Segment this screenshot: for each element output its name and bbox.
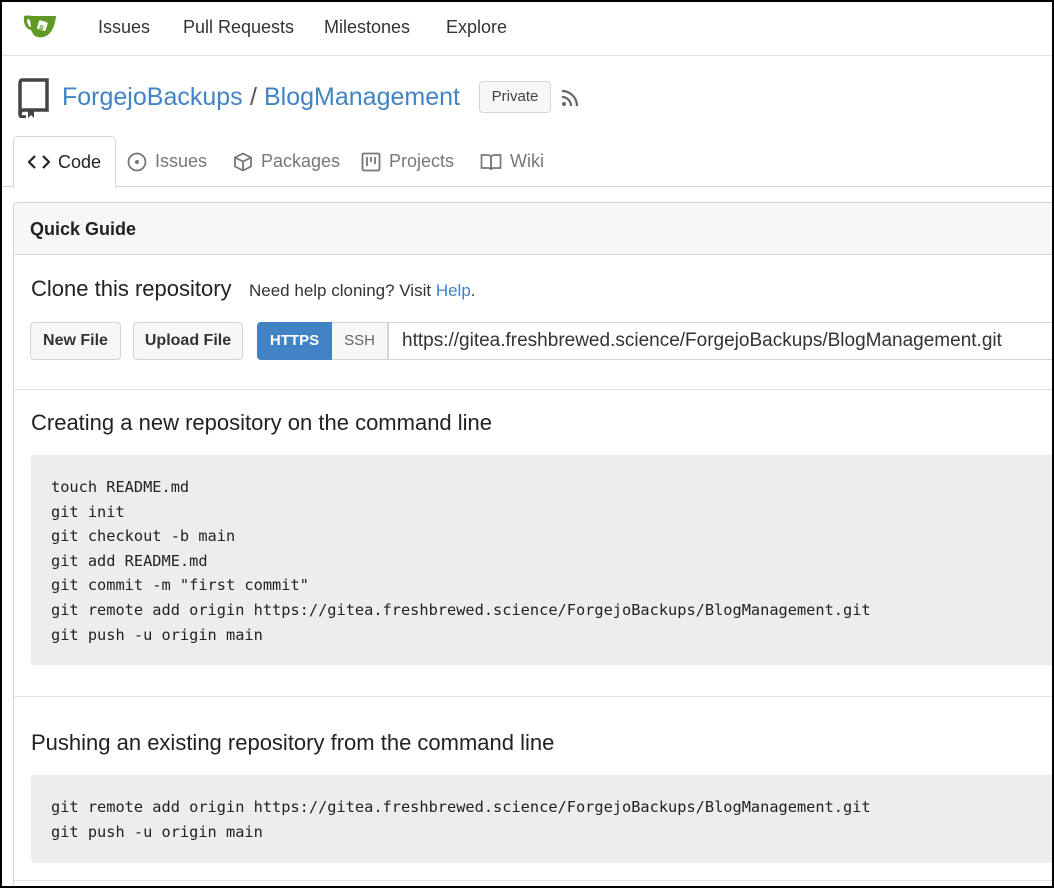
quick-guide-title: Quick Guide (30, 219, 137, 239)
nav-milestones[interactable]: Milestones (324, 17, 410, 38)
new-file-button[interactable]: New File (30, 322, 121, 360)
clone-help-suffix: . (470, 281, 476, 300)
private-badge: Private (479, 81, 551, 113)
existing-repo-code-block: git remote add origin https://gitea.fres… (31, 775, 1052, 863)
top-navbar: g Issues Pull Requests Milestones Explor… (2, 2, 1052, 56)
code-icon (28, 155, 50, 169)
nav-explore[interactable]: Explore (446, 17, 507, 38)
nav-issues[interactable]: Issues (98, 17, 150, 38)
code-line: touch README.md (51, 478, 190, 496)
repo-separator: / (250, 83, 257, 111)
tab-code[interactable]: Code (13, 136, 117, 188)
code-line: git remote add origin https://gitea.fres… (51, 600, 871, 619)
quick-guide-panel: Quick Guide Clone this repository Need h… (13, 202, 1052, 886)
package-icon (234, 152, 252, 171)
clone-help-prefix: Need help cloning? Visit (249, 281, 432, 300)
gitea-logo-icon[interactable]: g (22, 12, 60, 40)
code-line: git push -u origin main (51, 625, 263, 644)
nav-pull-requests[interactable]: Pull Requests (183, 17, 294, 38)
ssh-toggle-button[interactable]: SSH (332, 322, 388, 360)
code-line: git commit -m "first commit" (51, 576, 309, 595)
repo-tabs: Code Issues Packages Projects Wiki (2, 136, 1052, 188)
page-frame: g Issues Pull Requests Milestones Explor… (0, 0, 1054, 888)
quick-guide-header: Quick Guide (14, 203, 1052, 255)
tab-issues[interactable]: Issues (113, 136, 221, 187)
repo-icon (18, 78, 49, 118)
tab-packages[interactable]: Packages (219, 136, 354, 187)
tab-issues-label: Issues (155, 151, 208, 171)
help-link[interactable]: Help (436, 281, 471, 300)
tab-projects[interactable]: Projects (347, 136, 468, 187)
clone-help-text: Need help cloning? Visit Help. (249, 281, 476, 301)
tab-wiki[interactable]: Wiki (466, 136, 558, 187)
code-line: git init (51, 502, 125, 521)
rss-icon[interactable] (560, 88, 580, 108)
tab-packages-label: Packages (261, 151, 341, 171)
existing-repo-title: Pushing an existing repository from the … (31, 730, 555, 755)
code-line: git add README.md (51, 551, 208, 570)
section-divider (14, 696, 1052, 697)
new-repo-code-block: touch README.md git init git checkout -b… (31, 455, 1052, 665)
section-divider (14, 880, 1052, 881)
new-repo-title: Creating a new repository on the command… (31, 410, 493, 435)
code-line: git remote add origin https://gitea.fres… (51, 798, 871, 816)
clone-title: Clone this repository (31, 276, 232, 301)
book-icon (480, 153, 502, 170)
section-divider (14, 389, 1052, 390)
https-toggle-button[interactable]: HTTPS (257, 322, 332, 360)
code-line: git checkout -b main (51, 527, 236, 546)
repo-owner-link[interactable]: ForgejoBackups (62, 83, 243, 112)
clone-url-input[interactable]: https://gitea.freshbrewed.science/Forgej… (388, 322, 1052, 360)
code-line: git push -u origin main (51, 822, 263, 841)
issue-icon (127, 152, 147, 171)
tab-wiki-label: Wiki (510, 151, 544, 171)
upload-file-button[interactable]: Upload File (133, 322, 243, 360)
tab-projects-label: Projects (389, 151, 455, 171)
project-icon (361, 152, 381, 171)
repo-name-link[interactable]: BlogManagement (264, 83, 460, 112)
tab-code-label: Code (58, 151, 102, 172)
